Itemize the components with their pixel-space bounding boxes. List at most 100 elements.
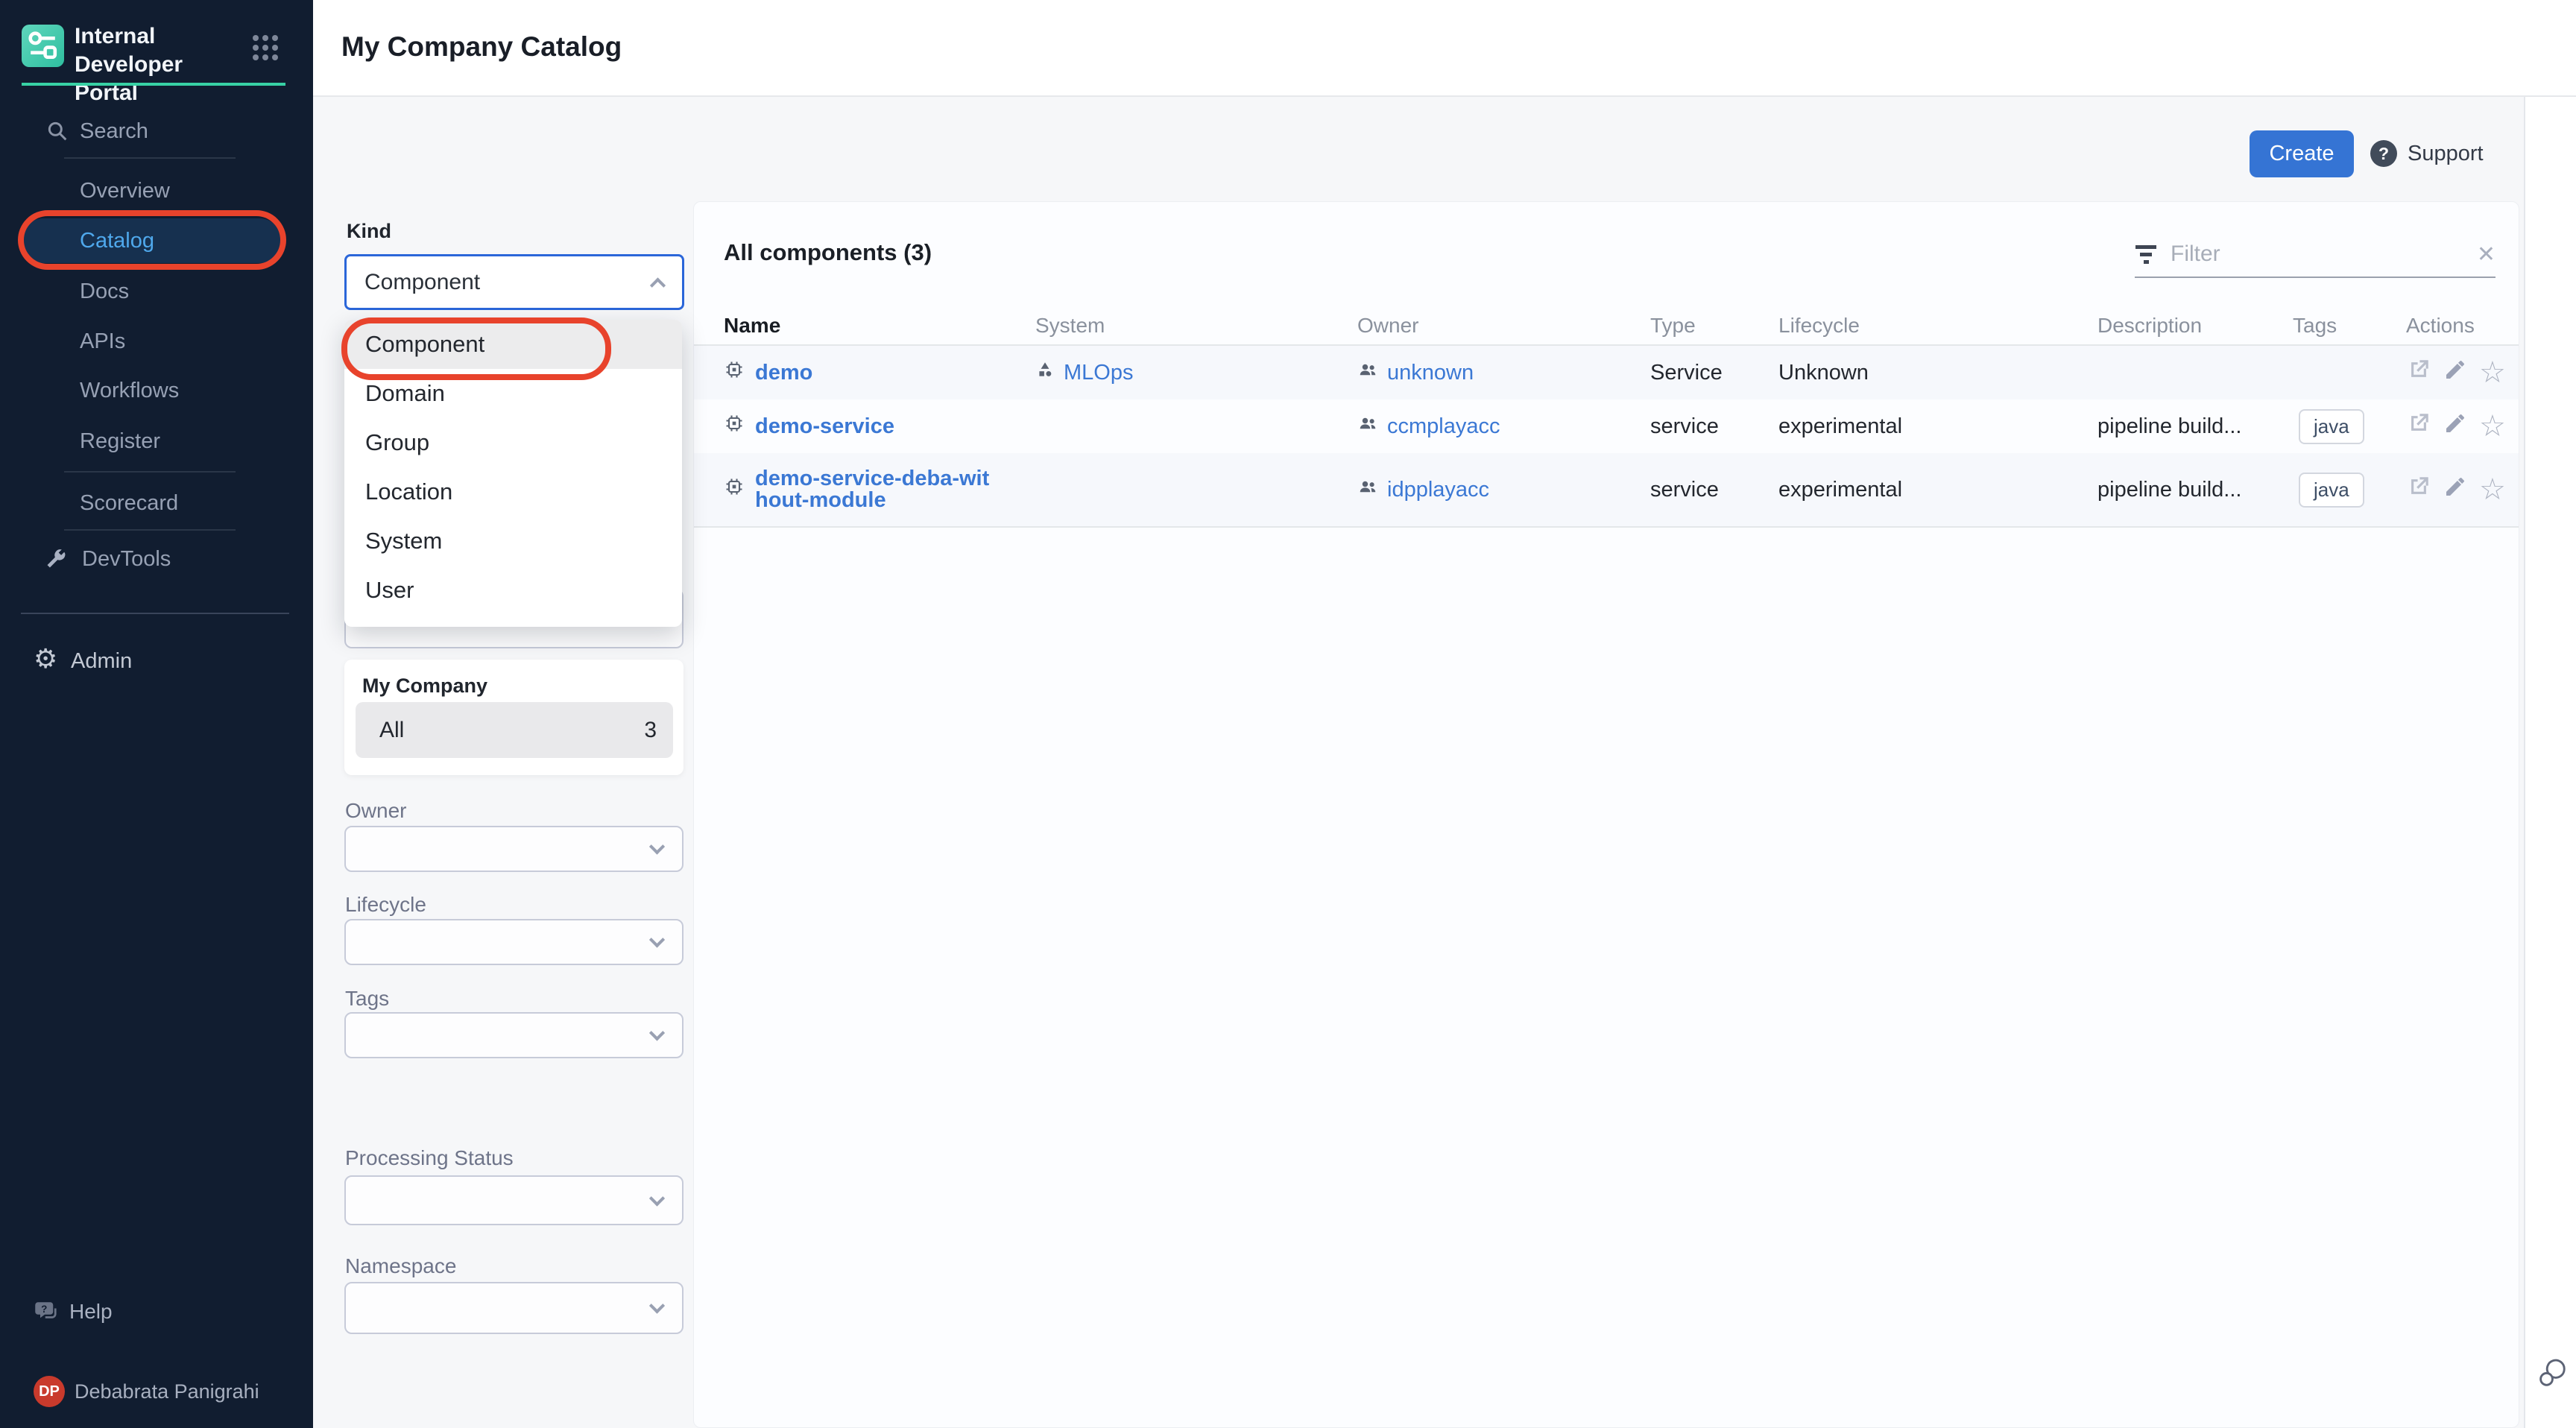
my-company-all-row[interactable]: All 3 [356,702,673,758]
sidebar-item-apis[interactable]: APIs [0,320,313,363]
kind-option-group[interactable]: Group [344,418,682,467]
kind-option-component[interactable]: Component [344,320,682,369]
owner-link-unknown[interactable]: unknown [1357,359,1650,386]
sidebar-item-overview[interactable]: Overview [0,169,313,212]
edit-pencil-icon[interactable] [2443,358,2467,388]
star-icon[interactable]: ☆ [2479,475,2506,505]
open-in-new-icon[interactable] [2406,357,2431,388]
kind-option-user[interactable]: User [344,566,682,615]
type-cell: service [1650,478,1778,502]
tag-chip: java [2299,473,2364,508]
people-icon [1357,476,1378,503]
divider [64,471,236,473]
lifecycle-cell: Unknown [1778,361,2097,385]
my-company-label: My Company [362,674,487,698]
sidebar-item-catalog[interactable]: Catalog [0,219,313,262]
sidebar: Internal Developer Portal Search Overvie… [0,0,313,1428]
star-icon[interactable]: ☆ [2479,411,2506,441]
divider [21,613,289,614]
lifecycle-filter-label: Lifecycle [345,893,426,917]
apps-grid-icon[interactable] [250,33,280,66]
table-filter-input[interactable] [2171,241,2463,267]
app-title: Internal Developer Portal [75,22,239,107]
owner-select[interactable] [344,826,684,872]
kind-option-location[interactable]: Location [344,467,682,516]
chevron-down-icon [649,1298,665,1313]
tags-filter-label: Tags [345,987,389,1011]
component-link-demo-service-deba-without-module[interactable]: demo-service-deba-wit hout-module [724,468,1035,511]
processing-status-filter-label: Processing Status [345,1146,514,1170]
component-icon [724,359,745,386]
sidebar-item-devtools[interactable]: DevTools [0,537,313,581]
table-filter: ✕ [2135,232,2496,278]
component-icon [724,413,745,440]
help-chat-icon: ? [34,1298,60,1331]
owner-filter-label: Owner [345,799,406,823]
sidebar-accent-rule [22,83,285,86]
open-in-new-icon[interactable] [2406,474,2431,505]
divider [64,529,236,531]
edit-pencil-icon[interactable] [2443,475,2467,505]
user-menu[interactable]: DP Debabrata Panigrahi [0,1370,313,1413]
table-header-row: Name System Owner Type Lifecycle Descrip… [694,306,2519,346]
system-link-mlops[interactable]: MLOps [1035,360,1357,385]
divider [694,526,2519,528]
sidebar-item-docs[interactable]: Docs [0,270,313,313]
page-header: My Company Catalog [313,0,2576,97]
clear-filter-icon[interactable]: ✕ [2477,241,2496,268]
filter-icon [2135,245,2157,264]
row-actions: ☆ [2406,411,2519,442]
sidebar-item-workflows[interactable]: Workflows [0,369,313,412]
lifecycle-select[interactable] [344,919,684,965]
create-button[interactable]: Create [2250,130,2354,177]
wrench-icon [42,547,68,578]
component-icon [724,476,745,503]
sidebar-item-help[interactable]: ? Help [0,1290,313,1333]
namespace-filter-label: Namespace [345,1254,456,1278]
my-company-card: My Company All 3 [344,660,684,775]
app-logo [22,25,64,71]
star-icon[interactable]: ☆ [2479,358,2506,388]
lifecycle-cell: experimental [1778,414,2097,439]
chevron-down-icon [649,932,665,947]
svg-text:?: ? [41,1304,47,1315]
open-in-new-icon[interactable] [2406,411,2431,442]
chevron-down-icon [649,1025,665,1040]
sidebar-item-register[interactable]: Register [0,420,313,463]
component-link-demo[interactable]: demo [724,359,1035,386]
my-company-count: 3 [644,718,657,743]
namespace-select[interactable] [344,1282,684,1334]
page-title: My Company Catalog [341,31,622,63]
table-row: demo-service-deba-wit hout-module idppla… [694,453,2519,526]
lifecycle-cell: experimental [1778,478,2097,502]
component-link-demo-service[interactable]: demo-service [724,413,1035,440]
search-icon [45,119,69,149]
owner-link-idpplayacc[interactable]: idpplayacc [1357,476,1650,503]
kind-filter-label: Kind [347,220,391,243]
chevron-down-icon [649,1190,665,1206]
kind-dropdown: Component Domain Group Location System U… [344,320,682,627]
type-cell: Service [1650,361,1778,385]
right-rail [2524,97,2576,1428]
people-icon [1357,359,1378,386]
system-icon [1035,360,1055,385]
tag-chip: java [2299,409,2364,444]
people-icon [1357,413,1378,440]
components-table-card: All components (3) ✕ Name System Owner T… [693,201,2519,1428]
table-row: demo MLOps unknown Service Unknown [694,346,2519,399]
kind-option-domain[interactable]: Domain [344,369,682,418]
owner-link-ccmplayacc[interactable]: ccmplayacc [1357,413,1650,440]
kind-option-system[interactable]: System [344,516,682,566]
tags-select[interactable] [344,1012,684,1058]
support-button[interactable]: ? Support [2370,140,2484,167]
content-area: Create ? Support Kind Component Domain G… [313,97,2524,1428]
name-line: hout-module [755,490,989,511]
kind-select[interactable] [344,254,684,310]
feedback-chat-icon[interactable] [2534,1355,2569,1393]
edit-pencil-icon[interactable] [2443,411,2467,441]
sidebar-search[interactable]: Search [0,110,313,153]
processing-status-select[interactable] [344,1175,684,1225]
row-actions: ☆ [2406,474,2519,505]
sidebar-item-scorecard[interactable]: Scorecard [0,481,313,525]
sidebar-item-admin[interactable]: ⚙ Admin [0,639,313,683]
